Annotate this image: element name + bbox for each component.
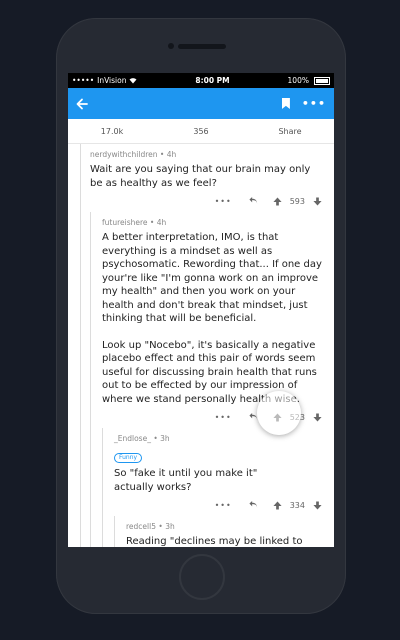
status-bar: ••••• InVision 8:00 PM 100%	[68, 73, 334, 88]
comment-futureishere: futureishere • 4h A better interpretatio…	[90, 212, 322, 547]
reply-icon[interactable]	[248, 500, 259, 510]
home-button[interactable]	[179, 554, 225, 600]
battery-percent: 100%	[287, 76, 309, 85]
more-options-icon[interactable]: •••	[215, 413, 232, 422]
comment-age: 3h	[160, 434, 170, 443]
battery-icon	[313, 76, 330, 85]
reply-icon[interactable]	[248, 196, 259, 206]
phone-screen: ••••• InVision 8:00 PM 100% ••• 17.0k 35…	[68, 73, 334, 547]
post-comment-count[interactable]: 356	[156, 127, 246, 136]
earpiece-speaker	[178, 44, 226, 49]
front-camera	[168, 43, 174, 49]
clock: 8:00 PM	[195, 76, 230, 85]
comment-meta: futureishere • 4h	[102, 218, 167, 227]
more-options-icon[interactable]: •••	[215, 501, 232, 510]
comment-body: So "fake it until you make it" actually …	[114, 468, 258, 493]
upvote-icon[interactable]	[273, 500, 282, 510]
comment-author[interactable]: _Endlose_	[114, 434, 151, 443]
comment-body-paragraph: A better interpretation, IMO, is that ev…	[102, 232, 322, 324]
comment-body: Wait are you saying that our brain may o…	[90, 164, 311, 189]
thread-line	[102, 428, 103, 547]
thread-line	[114, 516, 115, 547]
comment-score: 334	[289, 500, 305, 510]
comment-author[interactable]: redcell5	[126, 522, 156, 531]
comment-age: 3h	[165, 522, 175, 531]
more-horizontal-icon[interactable]: •••	[302, 98, 326, 109]
thread-line	[80, 144, 81, 547]
post-stats-bar: 17.0k 356 Share	[68, 119, 334, 144]
post-score: 17.0k	[100, 126, 124, 136]
comment-meta: redcell5 • 3h	[126, 522, 175, 531]
share-button[interactable]: Share	[246, 127, 334, 136]
more-options-icon[interactable]: •••	[215, 197, 232, 206]
wifi-icon	[129, 78, 137, 84]
flair-badge: Funny	[114, 453, 143, 463]
comment-body: Reading "declines may be linked to compr…	[126, 536, 303, 547]
upvote-icon[interactable]	[273, 196, 282, 206]
signal-icon: •••••	[72, 76, 95, 85]
downvote-icon[interactable]	[313, 196, 322, 206]
comment-meta: _Endlose_ • 3h	[114, 434, 170, 443]
comment-age: 4h	[156, 218, 167, 227]
comment-author[interactable]: nerdywithchildren	[90, 150, 158, 159]
arrow-left-icon[interactable]	[76, 98, 88, 110]
comment-author[interactable]: futureishere	[102, 218, 148, 227]
comment-actions: ••• 334	[114, 494, 322, 516]
comment-age: 4h	[166, 150, 177, 159]
comment-actions: ••• 593	[90, 190, 322, 212]
thread-line	[90, 212, 91, 547]
comment-endlose: _Endlose_ • 3h Funny So "fake it until y…	[102, 428, 322, 547]
app-bar: •••	[68, 88, 334, 119]
bookmark-icon[interactable]	[281, 98, 290, 109]
downvote-icon[interactable]	[313, 500, 322, 510]
comment-score: 593	[289, 196, 305, 206]
comment-nerdywithchildren: nerdywithchildren • 4h Wait are you sayi…	[80, 144, 334, 547]
downvote-icon[interactable]	[313, 412, 322, 422]
comment-redcell5: redcell5 • 3h Reading "declines may be l…	[114, 516, 322, 547]
comment-meta: nerdywithchildren • 4h	[90, 150, 177, 159]
carrier-label: InVision	[97, 76, 127, 85]
touch-indicator	[257, 391, 301, 435]
